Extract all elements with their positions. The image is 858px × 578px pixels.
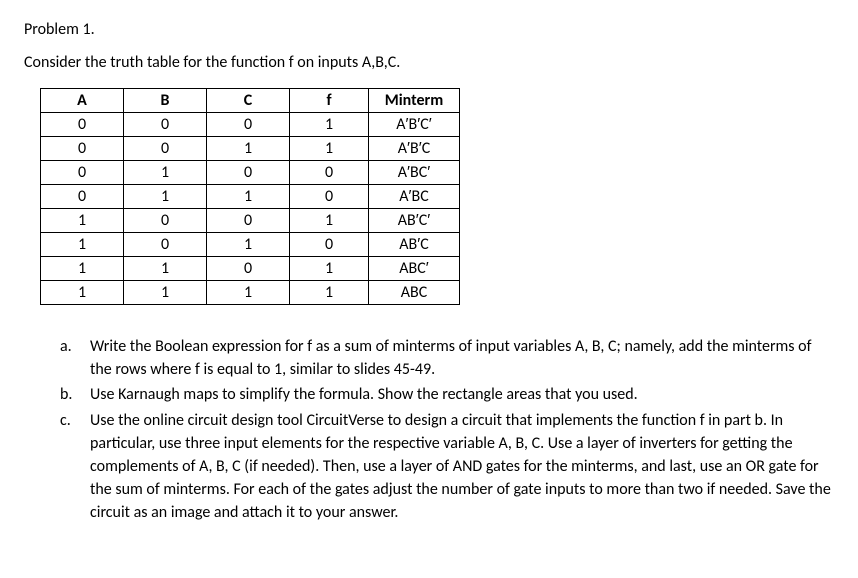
table-cell: ABC bbox=[369, 281, 460, 305]
col-header-b: B bbox=[124, 89, 207, 113]
question-text: Write the Boolean expression for f as a … bbox=[90, 335, 834, 381]
table-cell: 1 bbox=[41, 209, 124, 233]
table-cell: 1 bbox=[290, 257, 369, 281]
table-cell: AB′C bbox=[369, 233, 460, 257]
table-cell: 0 bbox=[124, 113, 207, 137]
table-cell: 1 bbox=[207, 137, 290, 161]
question-item: a.Write the Boolean expression for f as … bbox=[60, 335, 834, 381]
table-cell: 0 bbox=[290, 233, 369, 257]
question-item: c.Use the online circuit design tool Cir… bbox=[60, 409, 834, 525]
table-cell: 0 bbox=[207, 161, 290, 185]
col-header-minterm: Minterm bbox=[369, 89, 460, 113]
question-letter: b. bbox=[60, 383, 84, 406]
table-cell: 1 bbox=[124, 257, 207, 281]
question-item: b. Use Karnaugh maps to simplify the form… bbox=[60, 383, 834, 406]
table-cell: ABC′ bbox=[369, 257, 460, 281]
table-cell: 0 bbox=[124, 209, 207, 233]
table-cell: 0 bbox=[207, 209, 290, 233]
table-cell: 1 bbox=[207, 185, 290, 209]
table-row: 0100A′BC′ bbox=[41, 161, 460, 185]
col-header-f: f bbox=[290, 89, 369, 113]
table-cell: 0 bbox=[41, 161, 124, 185]
table-cell: 0 bbox=[290, 161, 369, 185]
problem-intro: Consider the truth table for the functio… bbox=[24, 53, 834, 72]
question-letter: a. bbox=[60, 335, 84, 381]
table-cell: 1 bbox=[207, 233, 290, 257]
table-row: 1101ABC′ bbox=[41, 257, 460, 281]
table-body: 0001A′B′C′0011A′B′C0100A′BC′0110A′BC1001… bbox=[41, 113, 460, 305]
table-row: 1010AB′C bbox=[41, 233, 460, 257]
table-cell: 1 bbox=[41, 233, 124, 257]
table-cell: 1 bbox=[290, 281, 369, 305]
table-header-row: A B C f Minterm bbox=[41, 89, 460, 113]
truth-table: A B C f Minterm 0001A′B′C′0011A′B′C0100A… bbox=[40, 88, 460, 305]
table-cell: 0 bbox=[41, 137, 124, 161]
table-cell: 0 bbox=[124, 137, 207, 161]
table-cell: 0 bbox=[41, 113, 124, 137]
col-header-c: C bbox=[207, 89, 290, 113]
table-cell: 1 bbox=[290, 209, 369, 233]
table-row: 0011A′B′C bbox=[41, 137, 460, 161]
table-cell: 0 bbox=[207, 113, 290, 137]
table-cell: 1 bbox=[41, 281, 124, 305]
table-cell: 1 bbox=[124, 185, 207, 209]
table-cell: A′B′C bbox=[369, 137, 460, 161]
table-row: 1111ABC bbox=[41, 281, 460, 305]
questions-list: a.Write the Boolean expression for f as … bbox=[60, 335, 834, 525]
problem-title: Problem 1. bbox=[24, 20, 834, 39]
table-cell: 1 bbox=[41, 257, 124, 281]
table-cell: AB′C′ bbox=[369, 209, 460, 233]
table-cell: 1 bbox=[290, 137, 369, 161]
table-cell: A′B′C′ bbox=[369, 113, 460, 137]
table-row: 0001A′B′C′ bbox=[41, 113, 460, 137]
table-cell: 1 bbox=[124, 161, 207, 185]
table-row: 1001AB′C′ bbox=[41, 209, 460, 233]
table-cell: 1 bbox=[124, 281, 207, 305]
table-cell: 0 bbox=[124, 233, 207, 257]
table-cell: 0 bbox=[207, 257, 290, 281]
table-cell: 1 bbox=[290, 113, 369, 137]
table-cell: 0 bbox=[41, 185, 124, 209]
question-text: Use the online circuit design tool Circu… bbox=[90, 409, 834, 525]
table-cell: 1 bbox=[207, 281, 290, 305]
table-row: 0110A′BC bbox=[41, 185, 460, 209]
table-cell: A′BC bbox=[369, 185, 460, 209]
col-header-a: A bbox=[41, 89, 124, 113]
question-letter: c. bbox=[60, 409, 84, 525]
question-text: Use Karnaugh maps to simplify the formul… bbox=[90, 383, 834, 406]
table-cell: 0 bbox=[290, 185, 369, 209]
table-cell: A′BC′ bbox=[369, 161, 460, 185]
